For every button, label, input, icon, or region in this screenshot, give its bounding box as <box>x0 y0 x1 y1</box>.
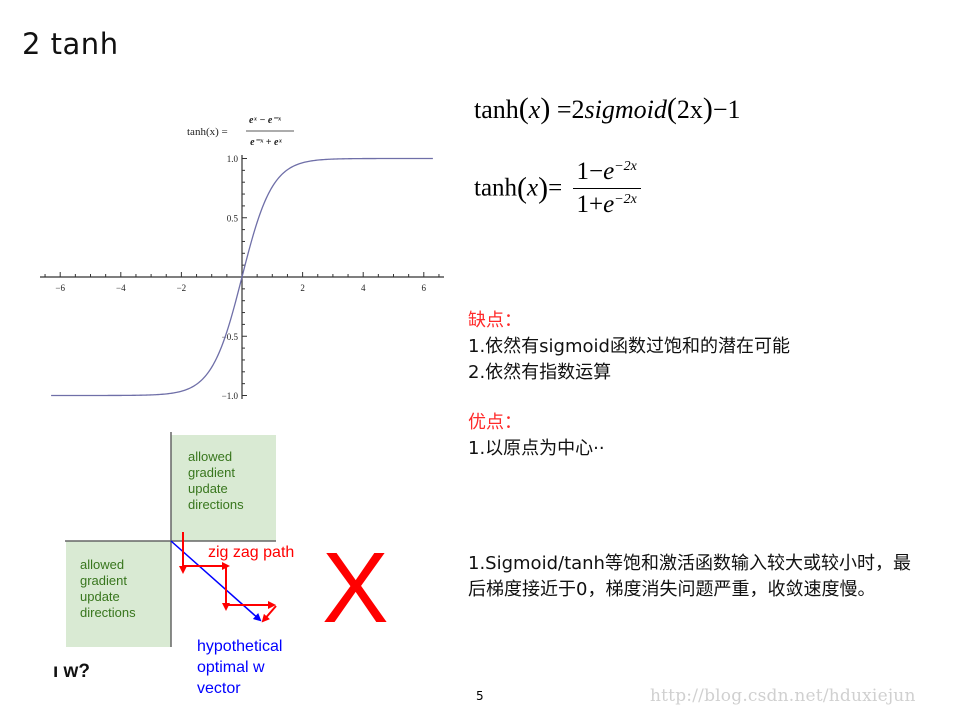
f1-lhs-fn: tanh <box>474 95 519 124</box>
x-tick-label: 4 <box>361 283 366 293</box>
plot-formula-numerator: eˣ − e⁻ˣ <box>249 115 282 126</box>
tanh-plot: tanh(x) = eˣ − e⁻ˣ e⁻ˣ + eˣ −6 −4 −2 2 4 6 1.… <box>40 115 444 401</box>
x-tick-label: −2 <box>177 283 187 293</box>
f2-den-base: e <box>603 191 615 218</box>
cons-section: 缺点： 1.依然有sigmoid函数过饱和的潜在可能 2.依然有指数运算 <box>468 308 790 386</box>
lower-label-line: directions <box>80 605 136 620</box>
cons-item: 2.依然有指数运算 <box>468 362 612 383</box>
f2-num-base: e <box>603 158 615 185</box>
page-number: 5 <box>476 689 484 703</box>
zigzag-diagram: allowed gradient update directions allow… <box>53 432 389 697</box>
optimal-label-line: vector <box>197 680 241 697</box>
f2-den-const: 1+ <box>576 191 604 218</box>
slide-title: 2 tanh <box>22 27 119 61</box>
x-tick-label: −4 <box>116 283 126 293</box>
f1-tail: −1 <box>712 95 741 124</box>
f2-eq: = <box>548 174 563 202</box>
plot-formula-label: tanh(x) = <box>187 126 228 138</box>
optimal-vector-label: hypothetical optimal w vector <box>197 638 282 697</box>
y-tick-label: 0.5 <box>227 213 239 223</box>
f2-lhs-fn: tanh <box>474 174 518 202</box>
f2-den-exp: −2x <box>614 192 637 207</box>
f2-fraction: 1−e−2x 1+e−2x <box>572 158 641 219</box>
zigzag-segment <box>261 605 277 623</box>
upper-label-line: gradient <box>188 465 235 480</box>
plot-formula-denominator: e⁻ˣ + eˣ <box>250 137 282 148</box>
f1-eq: = <box>556 95 572 124</box>
f1-lhs-arg: x <box>528 95 541 124</box>
lower-label-line: update <box>80 589 120 604</box>
f2-lhs-arg: x <box>527 174 539 202</box>
cutoff-question-text: ı w? <box>53 661 90 682</box>
cross-mark-icon: X <box>322 532 389 644</box>
pros-item: 1.以原点为中心·· <box>468 438 605 459</box>
upper-label-line: update <box>188 481 228 496</box>
formula-exponential: tanh(x)= 1−e−2x 1+e−2x <box>474 158 641 219</box>
y-tick-label: 1.0 <box>227 154 239 164</box>
f1-coef: 2 <box>571 95 585 124</box>
f2-numerator: 1−e−2x <box>572 158 641 189</box>
f1-arg: 2x <box>676 95 703 124</box>
x-tick-label: 2 <box>300 283 305 293</box>
optimal-label-line: optimal w <box>197 659 265 676</box>
y-tick-label: −1.0 <box>222 391 239 401</box>
formula-sigmoid-relation: tanh(x) =2sigmoid(2x)−1 <box>474 92 741 125</box>
plot-formula: tanh(x) = eˣ − e⁻ˣ e⁻ˣ + eˣ <box>187 115 294 148</box>
zigzag-label: zig zag path <box>208 544 294 561</box>
pros-section: 优点： 1.以原点为中心·· <box>468 410 605 462</box>
f2-num-const: 1− <box>576 158 604 185</box>
x-tick-label: 6 <box>422 283 427 293</box>
pros-heading: 优点： <box>468 412 522 433</box>
x-tick-label: −6 <box>55 283 65 293</box>
watermark: http://blog.csdn.net/hduxiejun <box>650 686 916 706</box>
upper-label-line: allowed <box>188 449 232 464</box>
lower-label-line: gradient <box>80 573 127 588</box>
saturation-note: 1.Sigmoid/tanh等饱和激活函数输入较大或较小时，最后梯度接近于0，梯… <box>468 553 911 600</box>
optimal-label-line: hypothetical <box>197 638 282 655</box>
f2-num-exp: −2x <box>614 159 637 174</box>
f2-denominator: 1+e−2x <box>573 189 641 219</box>
upper-label-line: directions <box>188 497 244 512</box>
f1-fn: sigmoid <box>584 95 667 124</box>
cons-heading: 缺点： <box>468 310 522 331</box>
cons-item: 1.依然有sigmoid函数过饱和的潜在可能 <box>468 336 790 357</box>
lower-label-line: allowed <box>80 557 124 572</box>
